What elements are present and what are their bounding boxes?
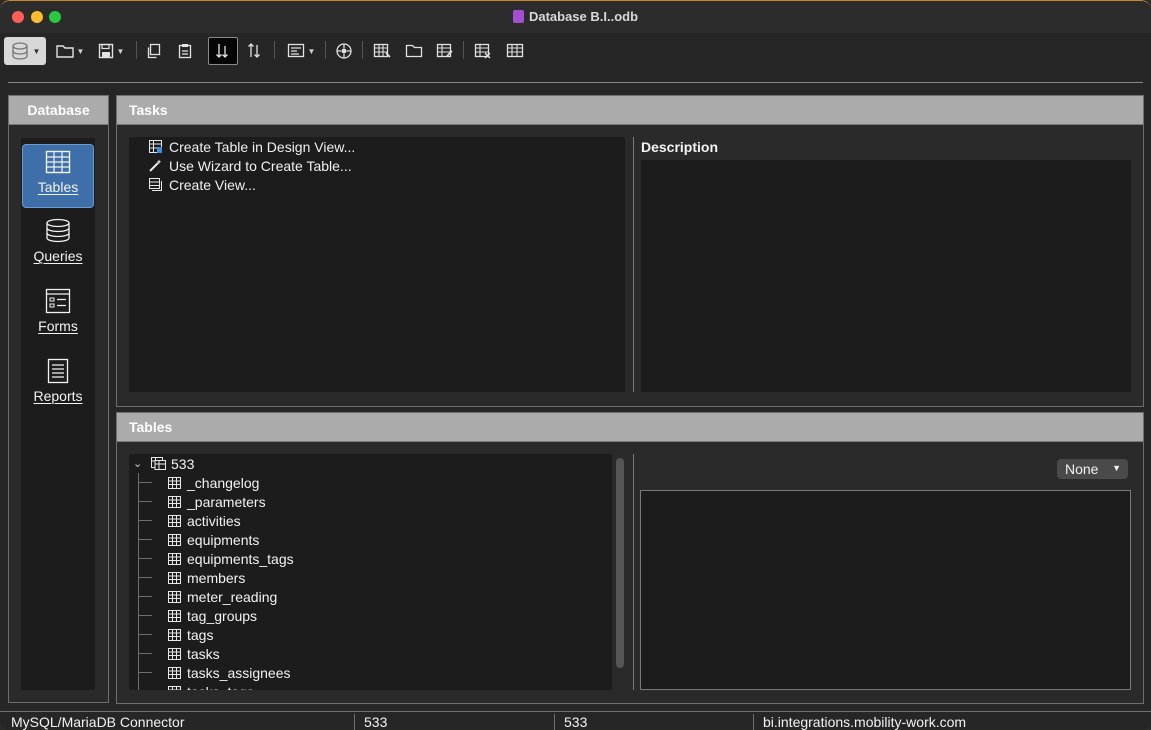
edit-table-icon [436, 43, 453, 58]
table-list-item[interactable]: tags [138, 625, 213, 644]
report-icon [47, 358, 69, 384]
folder-icon [405, 44, 423, 58]
database-icon [46, 218, 70, 243]
table-icon [168, 666, 181, 679]
table-list-item[interactable]: tasks_assignees [138, 663, 291, 682]
tables-pane: Tables ⌄ 533 _changelog _parameters activi… [116, 412, 1144, 704]
table-list-item[interactable]: tag_groups [138, 606, 257, 625]
table-icon [168, 609, 181, 622]
wizard-wand-icon [149, 159, 163, 172]
table-list-item[interactable]: tasks_tags [138, 682, 254, 690]
table-list-item[interactable]: members [138, 568, 245, 587]
chevron-down-icon[interactable]: ⌄ [133, 457, 145, 470]
task-create-table-design[interactable]: Create Table in Design View... [149, 137, 355, 156]
table-icon [168, 685, 181, 690]
table-list-item[interactable]: _parameters [138, 492, 266, 511]
table-view-button[interactable] [504, 37, 526, 65]
tables-tree: ⌄ 533 _changelog _parameters activities equ… [129, 454, 612, 690]
nav-item-reports[interactable]: Reports [21, 354, 95, 418]
title-bar: Database B.I..odb [0, 1, 1151, 33]
preview-box [640, 490, 1131, 690]
sort-ascending-button[interactable] [208, 37, 238, 65]
status-host: bi.integrations.mobility-work.com [763, 714, 967, 730]
database-pane-header: Database [9, 96, 108, 125]
status-field-2: 533 [364, 714, 388, 730]
database-icon [11, 42, 28, 60]
toolbar-divider [8, 82, 1143, 83]
table-list-item[interactable]: _changelog [138, 473, 259, 492]
sort-descending-button[interactable] [244, 37, 266, 65]
table-icon [168, 533, 181, 546]
save-button[interactable]: ▼ [93, 37, 129, 65]
copy-button[interactable] [143, 37, 165, 65]
table-list-item[interactable]: activities [138, 511, 241, 530]
nav-item-forms[interactable]: Forms [21, 284, 95, 348]
database-document-icon [512, 10, 524, 23]
table-icon [168, 571, 181, 584]
task-wizard-create-table[interactable]: Use Wizard to Create Table... [149, 156, 352, 175]
folder-open-icon [55, 45, 74, 58]
schema-tables-icon [151, 457, 166, 470]
chevron-down-icon: ▼ [1112, 463, 1121, 473]
table-icon [168, 476, 181, 489]
tables-scrollbar[interactable] [616, 458, 624, 668]
open-object-button[interactable] [403, 37, 425, 65]
toolbar: ▼ ▼ ▼ ▼ [0, 33, 1151, 67]
table-design-button[interactable] [371, 37, 393, 65]
nav-item-tables[interactable]: Tables [22, 144, 94, 208]
navigator-icon [336, 43, 352, 59]
form-filter-icon [287, 43, 304, 58]
app-window: Database B.I..odb ▼ ▼ ▼ ▼ Database Table… [0, 0, 1151, 730]
view-icon [149, 178, 163, 191]
status-connector: MySQL/MariaDB Connector [11, 714, 185, 730]
navigator-button[interactable] [333, 37, 355, 65]
paste-icon [178, 44, 192, 59]
status-bar: MySQL/MariaDB Connector 533 533 bi.integ… [0, 711, 1151, 730]
table-list-item[interactable]: meter_reading [138, 587, 277, 606]
table-icon [168, 628, 181, 641]
nav-item-queries[interactable]: Queries [21, 214, 95, 278]
description-box [641, 160, 1131, 392]
table-icon [168, 552, 181, 565]
window-title: Database B.I..odb [0, 9, 1151, 24]
edit-table-button[interactable] [434, 37, 456, 65]
paste-button[interactable] [174, 37, 196, 65]
table-list-item[interactable]: equipments_tags [138, 549, 294, 568]
tasks-pane-header: Tasks [117, 96, 1143, 125]
form-icon [45, 288, 71, 314]
table-icon [45, 150, 71, 174]
preview-select[interactable]: None ▼ [1057, 459, 1128, 479]
copy-icon [147, 43, 161, 59]
delete-table-icon [474, 43, 491, 59]
table-list-item[interactable]: equipments [138, 530, 259, 549]
tasks-list: Create Table in Design View... Use Wizar… [129, 137, 625, 392]
tables-pane-header: Tables [117, 413, 1143, 442]
delete-table-button[interactable] [472, 37, 494, 65]
table-icon [168, 647, 181, 660]
task-create-view[interactable]: Create View... [149, 175, 256, 194]
table-icon [168, 590, 181, 603]
description-label: Description [641, 139, 719, 155]
status-field-3: 533 [564, 714, 588, 730]
open-button[interactable]: ▼ [52, 37, 88, 65]
tree-root-schema[interactable]: ⌄ 533 [133, 454, 194, 473]
database-dropdown-button[interactable]: ▼ [4, 37, 46, 65]
table-icon [168, 495, 181, 508]
table-view-icon [506, 43, 524, 58]
tables-splitter[interactable] [633, 454, 634, 690]
table-list-item[interactable]: tasks [138, 644, 220, 663]
database-nav: Tables Queries Forms Reports [21, 138, 95, 690]
table-design-icon [373, 43, 391, 58]
tasks-pane: Tasks Create Table in Design View... Use… [116, 95, 1144, 407]
tasks-splitter[interactable] [633, 137, 634, 392]
sort-ascending-icon [216, 44, 228, 58]
table-icon [168, 514, 181, 527]
save-icon [98, 43, 113, 59]
form-filter-button[interactable]: ▼ [282, 37, 320, 65]
sort-descending-icon [248, 43, 260, 58]
database-pane: Database Tables Queries Forms Reports [8, 95, 109, 703]
design-table-icon [149, 140, 163, 153]
